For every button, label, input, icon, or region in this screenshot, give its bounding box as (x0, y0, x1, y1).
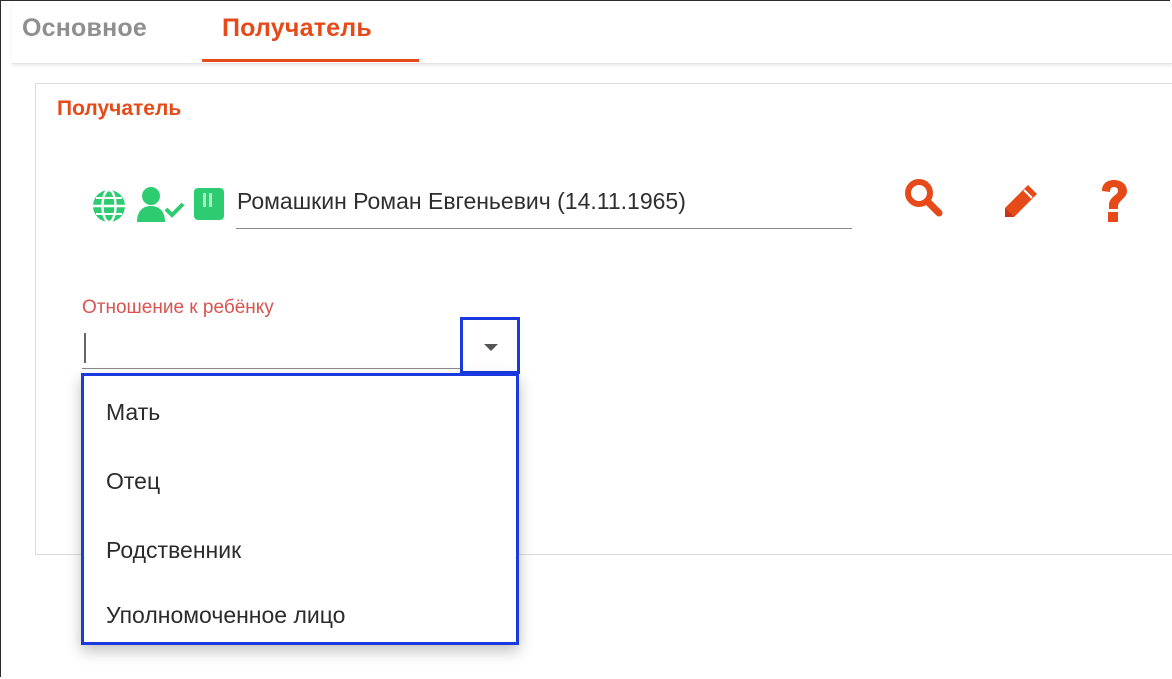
chevron-down-icon (484, 344, 498, 351)
menu-item-father[interactable]: Отец (106, 468, 160, 495)
dropdown-toggle-button[interactable] (460, 317, 520, 374)
menu-item-relative[interactable]: Родственник (106, 537, 241, 564)
user-check-icon (137, 187, 185, 222)
relation-select-input[interactable] (82, 325, 460, 369)
pencil-icon[interactable] (1000, 182, 1040, 222)
relation-label: Отношение к ребёнку (82, 297, 274, 318)
tab-main[interactable]: Основное (22, 14, 147, 43)
menu-item-authorized-person[interactable]: Уполномоченное лицо (106, 602, 345, 629)
text-caret (84, 333, 86, 363)
question-icon[interactable] (1097, 179, 1131, 223)
tab-bar (12, 0, 1172, 64)
recipient-value: Ромашкин Роман Евгеньевич (14.11.1965) (237, 188, 686, 214)
section-title: Получатель (57, 97, 182, 120)
globe-icon (93, 188, 125, 224)
menu-item-mother[interactable]: Мать (106, 399, 160, 426)
relation-dropdown-menu: Мать Отец Родственник Уполномоченное лиц… (81, 373, 519, 645)
tab-recipient[interactable]: Получатель (222, 14, 372, 43)
active-tab-indicator (202, 59, 419, 62)
search-icon[interactable] (903, 177, 945, 219)
card-icon (194, 188, 224, 220)
